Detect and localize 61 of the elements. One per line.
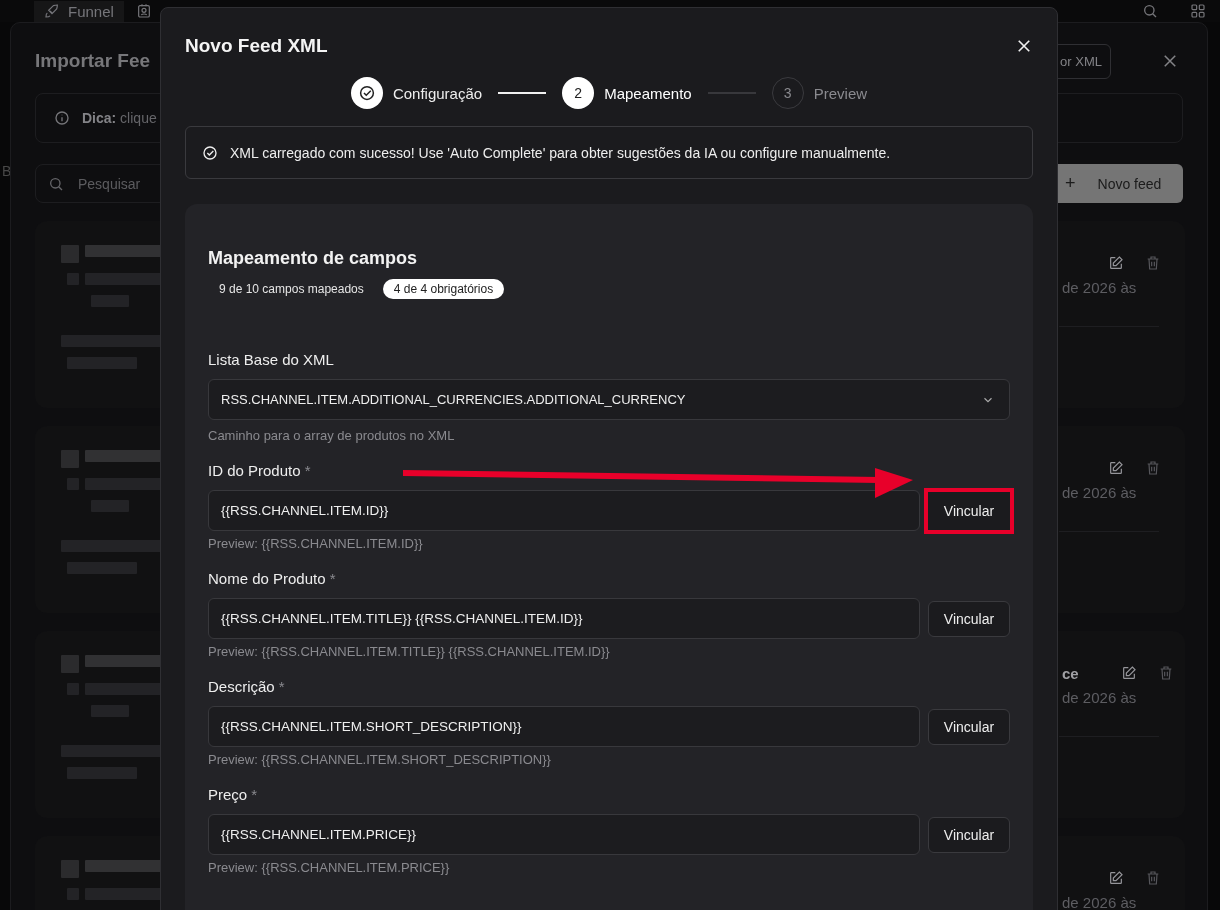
- blurred-text: [61, 655, 79, 673]
- field-hint: Caminho para o array de produtos no XML: [208, 428, 456, 443]
- link-button[interactable]: Vincular: [928, 708, 1010, 745]
- feed-date: de 2026 às: [1062, 894, 1138, 910]
- rocket-icon: [44, 3, 60, 19]
- preview-text: Preview: {{RSS.CHANNEL.ITEM.ID}}: [208, 536, 424, 551]
- feed-date: de 2026 às: [1062, 279, 1138, 296]
- step-label: Mapeamento: [604, 84, 692, 102]
- preview-text: Preview: {{RSS.CHANNEL.ITEM.TITLE}} {{RSS.CHANNEL.ITEM.ID}}: [208, 644, 611, 659]
- nav-tab[interactable]: Funnel: [34, 0, 124, 22]
- mapping-input[interactable]: {{RSS.CHANNEL.ITEM.PRICE}}: [208, 814, 920, 855]
- tip-text: Dica: clique: [82, 110, 157, 126]
- required-mark: *: [329, 570, 336, 587]
- blurred-text: [61, 245, 79, 263]
- search-input[interactable]: Pesquisar: [76, 174, 380, 193]
- field-label: Preço: [208, 786, 248, 803]
- edit-icon[interactable]: [1108, 870, 1124, 886]
- field-label: Lista Base do XML: [208, 351, 335, 370]
- contact-icon[interactable]: [135, 3, 152, 19]
- edit-icon[interactable]: [1120, 665, 1137, 681]
- grid-icon[interactable]: [1190, 3, 1206, 19]
- info-icon: [54, 110, 70, 126]
- preview-text: Preview: {{RSS.CHANNEL.ITEM.SHORT_DESCRIPTION}}: [208, 752, 552, 767]
- mapping-input[interactable]: {{RSS.CHANNEL.ITEM.SHORT_DESCRIPTION}}: [208, 706, 920, 747]
- link-button[interactable]: Vincular: [928, 600, 1010, 637]
- field-label: ID do Produto: [208, 462, 301, 479]
- preview-text: Preview: {{RSS.CHANNEL.ITEM.PRICE}}: [208, 860, 451, 875]
- panel-title: Importar Fee: [35, 50, 151, 72]
- count-badge: 4 de 4 obrigatórios: [382, 279, 505, 299]
- search-icon[interactable]: [1142, 3, 1158, 19]
- blurred-text: [61, 860, 79, 878]
- field-label: Descrição: [208, 678, 275, 695]
- modal-title: Novo Feed XML: [185, 35, 328, 57]
- section-title: Mapeamento de campos: [208, 248, 419, 269]
- link-button[interactable]: Vincular: [928, 816, 1010, 853]
- base-list-select[interactable]: RSS.CHANNEL.ITEM.ADDITIONAL_CURRENCIES.ADDITIONAL_CURRENCY: [208, 379, 1010, 420]
- feed-date: de 2026 às: [1062, 689, 1138, 706]
- required-mark: *: [304, 462, 311, 479]
- required-mark: *: [251, 786, 258, 803]
- trash-icon[interactable]: [1145, 255, 1161, 271]
- step-number: 2: [562, 77, 595, 109]
- search-icon: [48, 175, 64, 192]
- alert-text: XML carregado com sucesso! Use 'Auto Complete' para obter sugestões da IA ou configure manualmente.: [230, 144, 891, 161]
- close-icon[interactable]: [1015, 37, 1033, 55]
- count-label: 9 de 10 campos mapeados: [218, 281, 365, 298]
- feed-title: ce: [1062, 664, 1079, 682]
- field-label: Nome do Produto: [208, 570, 326, 587]
- edit-icon[interactable]: [1108, 460, 1124, 476]
- required-mark: *: [278, 678, 285, 695]
- step-label: Preview: [813, 84, 868, 102]
- step-label: Configuração: [392, 84, 483, 102]
- trash-icon[interactable]: [1145, 870, 1161, 886]
- mapping-input[interactable]: {{RSS.CHANNEL.ITEM.TITLE}} {{RSS.CHANNEL.ITEM.ID}}: [208, 598, 920, 639]
- link-button[interactable]: Vincular: [928, 491, 1010, 530]
- trash-icon[interactable]: [1145, 460, 1161, 476]
- edit-icon[interactable]: [1108, 255, 1124, 271]
- feed-date: de 2026 às: [1062, 484, 1138, 501]
- mapping-input[interactable]: {{RSS.CHANNEL.ITEM.ID}}: [208, 490, 920, 531]
- side-label: B: [2, 163, 12, 179]
- blurred-text: [61, 450, 79, 468]
- check-circle-icon: [202, 144, 218, 161]
